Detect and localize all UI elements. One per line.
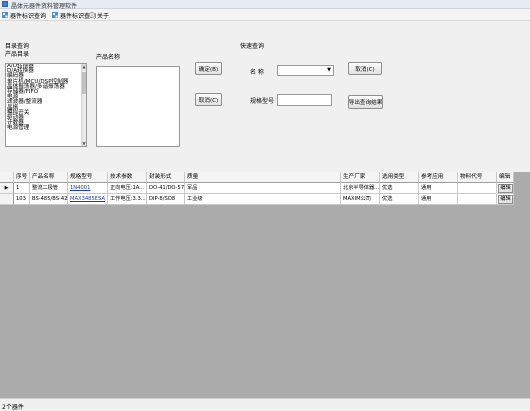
table-cell: 北京半导体器... bbox=[341, 183, 380, 194]
scroll-thumb[interactable] bbox=[82, 72, 86, 94]
table-cell: 正向电压:1A... bbox=[108, 183, 147, 194]
model-link[interactable]: MAX3485ESA bbox=[68, 194, 108, 205]
model-input[interactable] bbox=[277, 94, 332, 106]
catalog-scrollbar[interactable]: ▲ ▼ bbox=[81, 64, 86, 146]
query-panel: 目录查询 产品目录 A/D转换器 D/A转换器 编码器 单片机/MCU/DSP控制器晶… bbox=[0, 36, 530, 170]
edit-button[interactable]: 编辑 bbox=[498, 195, 513, 204]
menu-bar: 器件标识查询 器件标识查询 关于 bbox=[0, 9, 530, 21]
table-cell: BS-485/BS-42... bbox=[30, 194, 68, 205]
catalog-label: 产品目录 bbox=[5, 51, 30, 58]
row-header-corner bbox=[0, 172, 14, 183]
quick-cancel-button[interactable]: 取消(C) bbox=[348, 62, 382, 75]
model-label: 规格型号 bbox=[250, 98, 275, 105]
cancel-button[interactable]: 取消(C) bbox=[195, 93, 222, 106]
name-label: 名 称 bbox=[250, 69, 264, 76]
column-header[interactable]: 编辑 bbox=[497, 172, 514, 183]
product-name-list[interactable] bbox=[96, 66, 180, 147]
table-cell: DO-41/DO-57... bbox=[147, 183, 185, 194]
column-header[interactable]: 选用类型 bbox=[380, 172, 419, 183]
catalog-item[interactable]: 电源管理 bbox=[6, 126, 86, 132]
table-cell: 优选 bbox=[380, 194, 419, 205]
column-header[interactable]: 规格型号 bbox=[68, 172, 108, 183]
menu-item-query[interactable]: 器件标识查询 bbox=[2, 10, 46, 20]
grid-icon bbox=[2, 12, 8, 18]
table-cell: 工业级 bbox=[185, 194, 341, 205]
chevron-down-icon: ▼ bbox=[327, 67, 331, 73]
table-cell: 通用 bbox=[419, 194, 458, 205]
menu-item-about[interactable]: 关于 bbox=[89, 10, 109, 20]
title-bar: 晶体元器件资料管理软件 bbox=[0, 0, 530, 10]
scroll-down-arrow[interactable]: ▼ bbox=[82, 141, 86, 146]
catalog-items: A/D转换器 D/A转换器 编码器 单片机/MCU/DSP控制器 晶体振荡器/多谐振荡器… bbox=[6, 64, 86, 132]
table-cell: 军品 bbox=[185, 183, 341, 194]
table-cell bbox=[458, 194, 497, 205]
info-icon bbox=[89, 12, 95, 18]
table-cell: 工作电压:3.3... bbox=[108, 194, 147, 205]
grid-icon bbox=[52, 12, 58, 18]
column-header[interactable]: 序号 bbox=[14, 172, 30, 183]
edit-button[interactable]: 编辑 bbox=[498, 184, 513, 193]
results-grid: 序号 产品名称 规格型号 技术参数 封装形式 质量 生产厂家 选用类型 参考应用 物料代号 编辑 ▶… bbox=[0, 172, 530, 398]
column-header[interactable]: 参考应用 bbox=[419, 172, 458, 183]
menu-item-label: 器件标识查询 bbox=[10, 12, 47, 20]
confirm-button[interactable]: 确定(B) bbox=[195, 62, 222, 75]
status-bar: 2个器件 bbox=[0, 398, 530, 411]
column-header[interactable]: 生产厂家 bbox=[341, 172, 380, 183]
table-cell bbox=[458, 183, 497, 194]
name-select[interactable]: ▼ bbox=[277, 65, 334, 76]
model-link[interactable]: 1N4001 bbox=[68, 183, 108, 194]
product-name-label: 产品名称 bbox=[96, 54, 121, 61]
column-header[interactable]: 技术参数 bbox=[108, 172, 147, 183]
column-header[interactable]: 产品名称 bbox=[30, 172, 68, 183]
table-cell: 优选 bbox=[380, 183, 419, 194]
row-header[interactable] bbox=[0, 194, 14, 205]
catalog-list[interactable]: A/D转换器 D/A转换器 编码器 单片机/MCU/DSP控制器 晶体振荡器/多谐振荡器… bbox=[5, 63, 87, 147]
export-results-button[interactable]: 导出查询结果 bbox=[348, 95, 383, 109]
quick-query-title: 快速查询 bbox=[240, 43, 265, 50]
table-cell: 1 bbox=[14, 183, 30, 194]
table-cell: 通用 bbox=[419, 183, 458, 194]
status-text: 2个器件 bbox=[2, 404, 24, 411]
app-icon bbox=[2, 1, 8, 7]
table-cell: DIP-8/SO8 bbox=[147, 194, 185, 205]
menu-item-label: 关于 bbox=[97, 12, 110, 20]
table-cell: 103 bbox=[14, 194, 30, 205]
current-row-indicator[interactable]: ▶ bbox=[0, 183, 14, 194]
table-cell: MAXIM公司 bbox=[341, 194, 380, 205]
scroll-up-arrow[interactable]: ▲ bbox=[82, 64, 86, 69]
column-header[interactable]: 质量 bbox=[185, 172, 341, 183]
column-header[interactable]: 封装形式 bbox=[147, 172, 185, 183]
column-header[interactable]: 物料代号 bbox=[458, 172, 497, 183]
table-cell: 整流二极管 bbox=[30, 183, 68, 194]
